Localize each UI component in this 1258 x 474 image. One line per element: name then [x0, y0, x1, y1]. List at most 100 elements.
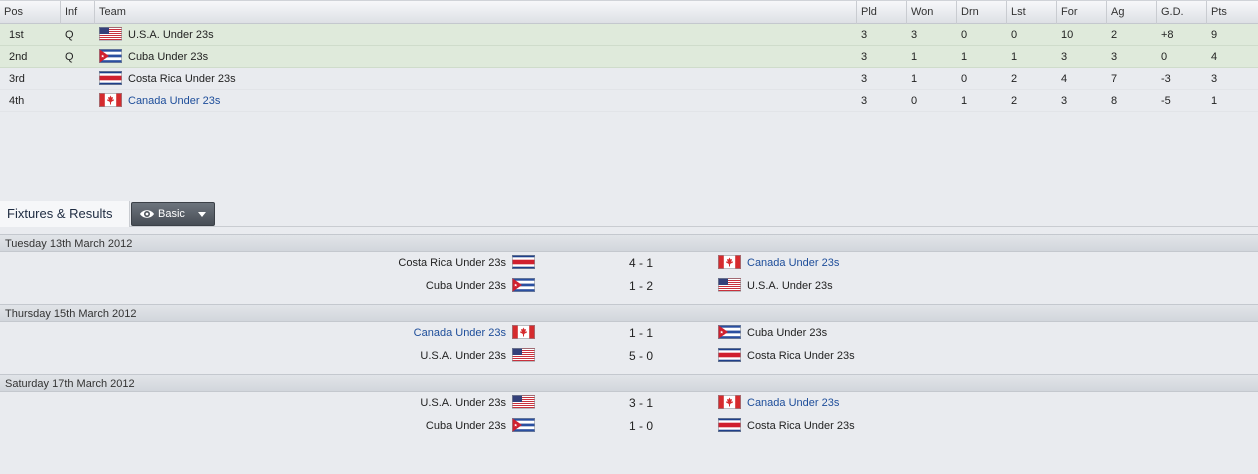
cell-for: 3 — [1061, 51, 1068, 63]
usa-flag-icon — [718, 278, 741, 293]
fixture-day: Tuesday 13th March 2012 Costa Rica Under … — [0, 234, 1258, 298]
away-team: Costa Rica Under 23s — [718, 345, 855, 368]
fixtures-bar: Fixtures & Results Basic — [0, 201, 1258, 227]
cell-pld: 3 — [861, 73, 868, 85]
usa-flag-icon — [99, 27, 122, 42]
costa-rica-flag-icon — [512, 255, 535, 270]
col-header-team[interactable]: Team — [94, 1, 856, 24]
cell-drn: 1 — [961, 51, 968, 63]
cuba-flag-icon — [718, 325, 741, 340]
away-team: U.S.A. Under 23s — [718, 275, 833, 298]
match-score[interactable]: 1 - 2 — [600, 275, 682, 298]
costa-rica-flag-icon — [718, 418, 741, 433]
away-team-name[interactable]: U.S.A. Under 23s — [747, 280, 833, 292]
cell-gd: +8 — [1161, 29, 1174, 41]
fixture-row[interactable]: Canada Under 23s 1 - 1 Cuba Under 23s — [0, 322, 1258, 345]
table-row[interactable]: 4th 3 0 1 2 3 8 -5 1 Canada Under 23s — [0, 90, 1258, 112]
home-team-name[interactable]: U.S.A. Under 23s — [420, 350, 506, 362]
col-header-lst[interactable]: Lst — [1006, 1, 1056, 24]
fixture-row[interactable]: U.S.A. Under 23s 5 - 0 Costa Rica Under 23… — [0, 345, 1258, 368]
cuba-flag-icon — [99, 49, 122, 64]
col-header-pos[interactable]: Pos — [0, 1, 60, 24]
match-score[interactable]: 4 - 1 — [600, 252, 682, 275]
cell-pos: 3rd — [9, 73, 25, 85]
team-name-link[interactable]: Cuba Under 23s — [128, 51, 208, 63]
team-cell: Canada Under 23s — [99, 90, 220, 112]
fixture-row[interactable]: Cuba Under 23s 1 - 2 U.S.A. Under 23s — [0, 275, 1258, 298]
table-body: 1st Q 3 3 0 0 10 2 +8 9 U.S.A. Under 23s 2nd Q 3 1 1 1 3 3… — [0, 24, 1258, 112]
fixture-row[interactable]: U.S.A. Under 23s 3 - 1 Canada Under 23s — [0, 392, 1258, 415]
col-header-for[interactable]: For — [1056, 1, 1106, 24]
home-team: Cuba Under 23s — [426, 275, 535, 298]
cell-pos: 2nd — [9, 51, 28, 63]
cell-pos: 1st — [9, 29, 24, 41]
home-team: U.S.A. Under 23s — [420, 392, 535, 415]
cell-drn: 0 — [961, 29, 968, 41]
home-team-name[interactable]: Canada Under 23s — [414, 327, 506, 339]
cell-pld: 3 — [861, 29, 868, 41]
col-header-inf[interactable]: Inf — [60, 1, 94, 24]
cell-won: 0 — [911, 95, 918, 107]
team-cell: U.S.A. Under 23s — [99, 24, 214, 46]
away-team-name[interactable]: Costa Rica Under 23s — [747, 350, 855, 362]
canada-flag-icon — [512, 325, 535, 340]
cell-for: 4 — [1061, 73, 1068, 85]
cell-for: 3 — [1061, 95, 1068, 107]
match-score[interactable]: 1 - 1 — [600, 322, 682, 345]
cell-ag: 2 — [1111, 29, 1118, 41]
cell-pos: 4th — [9, 95, 25, 107]
cell-lst: 1 — [1011, 51, 1018, 63]
cell-pts: 3 — [1211, 73, 1218, 85]
cell-ag: 7 — [1111, 73, 1118, 85]
table-row[interactable]: 1st Q 3 3 0 0 10 2 +8 9 U.S.A. Under 23s — [0, 24, 1258, 46]
team-name-link[interactable]: Canada Under 23s — [128, 95, 220, 107]
col-header-pts[interactable]: Pts — [1206, 1, 1258, 24]
home-team-name[interactable]: Cuba Under 23s — [426, 280, 506, 292]
away-team-name[interactable]: Canada Under 23s — [747, 397, 839, 409]
match-score[interactable]: 1 - 0 — [600, 415, 682, 438]
col-header-won[interactable]: Won — [906, 1, 956, 24]
team-cell: Cuba Under 23s — [99, 46, 208, 68]
away-team-name[interactable]: Costa Rica Under 23s — [747, 420, 855, 432]
table-row[interactable]: 3rd 3 1 0 2 4 7 -3 3 Costa Rica Under 23s — [0, 68, 1258, 90]
match-score[interactable]: 5 - 0 — [600, 345, 682, 368]
canada-flag-icon — [718, 395, 741, 410]
fixture-row[interactable]: Costa Rica Under 23s 4 - 1 Canada Under 23… — [0, 252, 1258, 275]
home-team-name[interactable]: U.S.A. Under 23s — [420, 397, 506, 409]
col-header-drn[interactable]: Drn — [956, 1, 1006, 24]
usa-flag-icon — [512, 395, 535, 410]
cell-lst: 2 — [1011, 95, 1018, 107]
view-mode-dropdown[interactable]: Basic — [131, 202, 215, 226]
away-team: Costa Rica Under 23s — [718, 415, 855, 438]
team-name-link[interactable]: Costa Rica Under 23s — [128, 73, 236, 85]
cell-gd: -3 — [1161, 73, 1171, 85]
cell-pts: 1 — [1211, 95, 1218, 107]
cell-pld: 3 — [861, 95, 868, 107]
cell-lst: 0 — [1011, 29, 1018, 41]
col-header-pld[interactable]: Pld — [856, 1, 906, 24]
away-team-name[interactable]: Cuba Under 23s — [747, 327, 827, 339]
cell-pts: 9 — [1211, 29, 1218, 41]
chevron-down-icon — [198, 212, 206, 217]
eye-icon — [140, 210, 154, 218]
match-score[interactable]: 3 - 1 — [600, 392, 682, 415]
cell-won: 3 — [911, 29, 918, 41]
table-row[interactable]: 2nd Q 3 1 1 1 3 3 0 4 Cuba Under 23s — [0, 46, 1258, 68]
fixture-day: Thursday 15th March 2012 Canada Under 23s… — [0, 304, 1258, 368]
col-header-gd[interactable]: G.D. — [1156, 1, 1206, 24]
usa-flag-icon — [512, 348, 535, 363]
cell-lst: 2 — [1011, 73, 1018, 85]
home-team-name[interactable]: Cuba Under 23s — [426, 420, 506, 432]
cell-pld: 3 — [861, 51, 868, 63]
cell-inf: Q — [65, 29, 74, 41]
fixtures-results-tab[interactable]: Fixtures & Results — [0, 201, 130, 227]
team-name-link[interactable]: U.S.A. Under 23s — [128, 29, 214, 41]
away-team-name[interactable]: Canada Under 23s — [747, 257, 839, 269]
cell-drn: 0 — [961, 73, 968, 85]
costa-rica-flag-icon — [99, 71, 122, 86]
col-header-ag[interactable]: Ag — [1106, 1, 1156, 24]
fixture-row[interactable]: Cuba Under 23s 1 - 0 Costa Rica Under 23s — [0, 415, 1258, 438]
cuba-flag-icon — [512, 278, 535, 293]
home-team-name[interactable]: Costa Rica Under 23s — [398, 257, 506, 269]
cell-gd: -5 — [1161, 95, 1171, 107]
